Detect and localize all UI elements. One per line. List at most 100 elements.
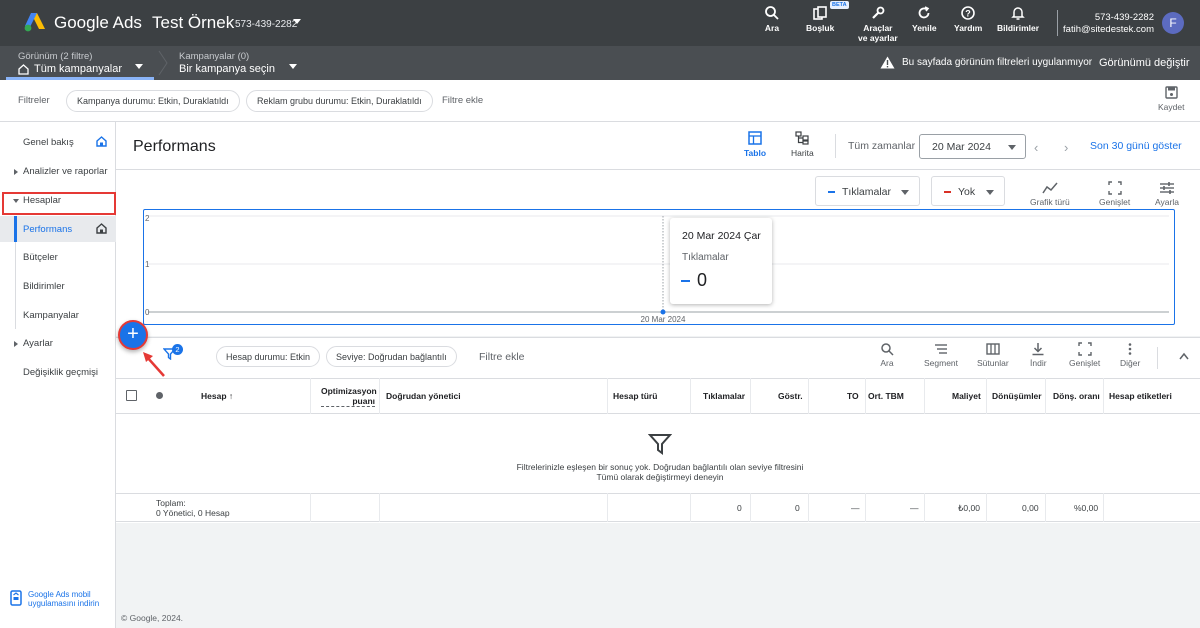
expand-triangle-icon	[14, 341, 18, 347]
sidebar-item-label: Analizler ve raporlar	[23, 166, 108, 177]
data-point[interactable]	[660, 309, 666, 315]
table-expand-label: Genişlet	[1069, 358, 1101, 368]
sidebar-item-change-history[interactable]: Değişiklik geçmişi	[0, 359, 116, 385]
tools-settings-button[interactable]: Araçlar ve ayarlar	[858, 5, 898, 43]
next-period-chevron-icon[interactable]: ›	[1064, 140, 1068, 155]
filter-chip-level[interactable]: Seviye: Doğrudan bağlantılı	[326, 346, 457, 367]
column-divider	[1103, 378, 1104, 414]
account-caret-icon[interactable]	[293, 19, 301, 24]
add-filter-button[interactable]: Filtre ekle	[442, 95, 483, 106]
table-expand-button[interactable]: Genişlet	[1069, 342, 1100, 368]
column-header-ctr[interactable]: TO	[847, 391, 859, 401]
filter-chip-account-status[interactable]: Hesap durumu: Etkin	[216, 346, 321, 367]
refresh-button[interactable]: Yenile	[912, 5, 937, 33]
filters-label: Filtreler	[18, 95, 50, 106]
total-label: Toplam: 0 Yönetici, 0 Hesap	[156, 498, 230, 518]
chart-adjust-button[interactable]: Ayarla	[1155, 181, 1179, 207]
column-header-conversions[interactable]: Dönüşümler	[992, 391, 1042, 401]
topbar-divider	[1057, 10, 1058, 36]
columns-button[interactable]: Sütunlar	[977, 342, 1009, 368]
download-icon	[1032, 343, 1044, 356]
collapse-chevron-up-icon[interactable]	[1178, 351, 1190, 361]
status-dot-icon	[156, 392, 163, 399]
total-impressions: 0	[795, 503, 800, 513]
y-tick-label: 0	[145, 308, 150, 317]
date-range-selector[interactable]: 20 Mar 2024	[919, 134, 1026, 159]
account-name[interactable]: Test Örnek	[152, 13, 234, 33]
column-divider	[1045, 493, 1046, 522]
search-button[interactable]: Ara	[764, 5, 780, 33]
change-view-button[interactable]: Görünümü değiştir	[1099, 57, 1190, 69]
metric2-label: Yok	[958, 186, 976, 198]
more-button[interactable]: Diğer	[1120, 342, 1140, 368]
view-selector[interactable]: Tüm kampanyalar	[34, 63, 122, 75]
chart-expand-button[interactable]: Genişlet	[1099, 181, 1130, 207]
mobile-app-promo[interactable]: Google Ads mobil uygulamasını indirin	[10, 590, 99, 608]
column-header-optimization-score[interactable]: Optimizasyon puanı	[321, 386, 377, 407]
column-header-account[interactable]: Hesap ↑	[201, 391, 233, 401]
column-header-direct-manager[interactable]: Doğrudan yönetici	[386, 391, 461, 401]
workspace-button[interactable]: Boşluk	[806, 5, 834, 33]
hierarchy-icon	[795, 131, 809, 145]
save-button[interactable]: Kaydet	[1158, 86, 1184, 112]
column-divider	[924, 493, 925, 522]
sidebar-item-budgets[interactable]: Bütçeler	[0, 244, 116, 270]
sidebar-item-settings[interactable]: Ayarlar	[0, 330, 116, 356]
sidebar-item-notifications[interactable]: Bildirimler	[0, 273, 116, 299]
column-header-clicks[interactable]: Tıklamalar	[703, 391, 745, 401]
campaign-caret-icon[interactable]	[289, 64, 297, 69]
show-last-30-days-button[interactable]: Son 30 günü göster	[1090, 140, 1182, 152]
column-divider	[924, 378, 925, 414]
columns-label: Sütunlar	[977, 358, 1009, 368]
segment-label: Segment	[924, 358, 959, 368]
sidebar-item-campaigns[interactable]: Kampanyalar	[0, 302, 116, 328]
column-divider	[607, 378, 608, 414]
column-header-avg-cpc[interactable]: Ort. TBM	[868, 391, 904, 401]
empty-filter-icon	[648, 434, 672, 455]
campaign-selector[interactable]: Bir kampanya seçin	[179, 63, 275, 75]
column-header-impressions[interactable]: Göstr.	[778, 391, 803, 401]
account-email: fatih@sitedestek.com	[1063, 24, 1154, 35]
column-divider	[986, 378, 987, 414]
sidebar-item-insights-reports[interactable]: Analizler ve raporlar	[0, 158, 116, 184]
help-button[interactable]: ? Yardım	[954, 5, 982, 33]
column-header-conv-rate[interactable]: Dönş. oranı	[1053, 391, 1100, 401]
beta-badge: BETA	[830, 1, 849, 9]
sidebar-item-performance[interactable]: Performans	[0, 216, 116, 242]
view-bar: Görünüm (2 filtre) Tüm kampanyalar Kampa…	[0, 46, 1200, 80]
filter-chip-campaign-status[interactable]: Kampanya durumu: Etkin, Duraklatıldı	[66, 90, 240, 112]
column-header-account-type[interactable]: Hesap türü	[613, 391, 657, 401]
table-add-filter-button[interactable]: Filtre ekle	[479, 351, 525, 363]
empty-state-line-1: Filtrelerinizle eşleşen bir sonuç yok. D…	[516, 462, 804, 472]
total-cost: ₺0,00	[958, 503, 980, 513]
sidebar-item-overview[interactable]: Genel bakış	[0, 129, 116, 155]
account-id[interactable]: 573-439-2282	[235, 19, 297, 30]
google-ads-logo[interactable]	[24, 12, 46, 32]
select-all-checkbox[interactable]	[126, 390, 137, 401]
filter-chip-adgroup-status[interactable]: Reklam grubu durumu: Etkin, Duraklatıldı	[246, 90, 433, 112]
avatar[interactable]: F	[1162, 12, 1184, 34]
phone-icon	[10, 590, 22, 606]
view-toggle-table[interactable]: Tablo	[744, 131, 766, 158]
wrench-icon	[872, 6, 885, 19]
notifications-button[interactable]: Bildirimler	[997, 5, 1039, 33]
chart-type-button[interactable]: Grafik türü	[1030, 181, 1070, 207]
tooltip-date: 20 Mar 2024 Çar	[682, 230, 761, 242]
account-info[interactable]: 573-439-2282 fatih@sitedestek.com	[1063, 12, 1154, 36]
download-button[interactable]: İndir	[1030, 342, 1047, 368]
metric-selector-primary[interactable]: Tıklamalar	[815, 176, 920, 206]
adjust-label: Ayarla	[1155, 197, 1179, 207]
notifications-label: Bildirimler	[997, 23, 1040, 33]
view-toggle-map[interactable]: Harita	[791, 131, 814, 158]
chart-frame[interactable]: 0 1 2 20 Mar 2024	[143, 209, 1175, 325]
add-account-button[interactable]: +	[118, 320, 148, 350]
view-caret-icon[interactable]	[135, 64, 143, 69]
metric-selector-secondary[interactable]: Yok	[931, 176, 1005, 206]
prev-period-chevron-icon[interactable]: ‹	[1034, 140, 1038, 155]
segment-button[interactable]: Segment	[924, 342, 958, 368]
table-search-button[interactable]: Ara	[880, 342, 894, 368]
x-tick-label: 20 Mar 2024	[641, 315, 686, 323]
column-header-account-labels[interactable]: Hesap etiketleri	[1109, 391, 1172, 401]
column-header-cost[interactable]: Maliyet	[952, 391, 981, 401]
total-subtitle: 0 Yönetici, 0 Hesap	[156, 508, 230, 518]
